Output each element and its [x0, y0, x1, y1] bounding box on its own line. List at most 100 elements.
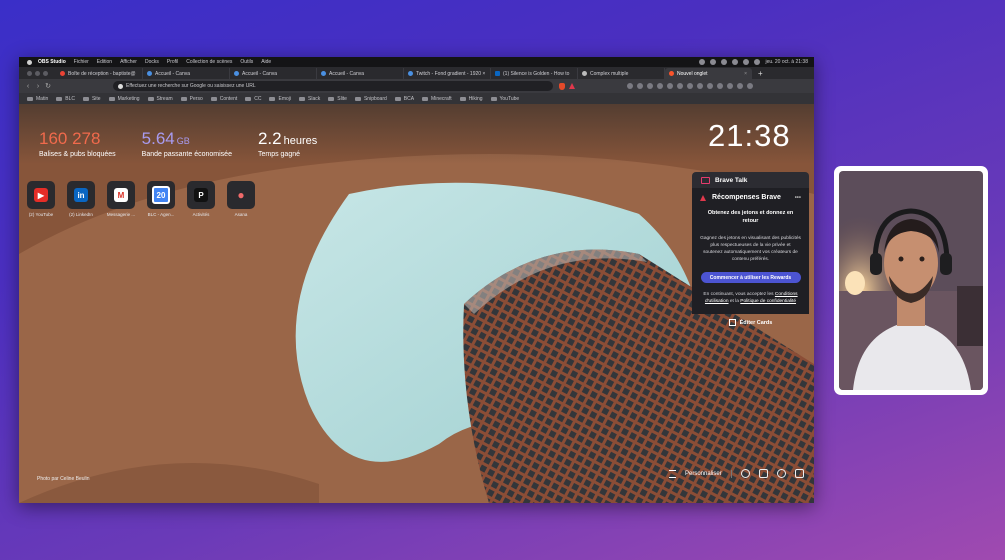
bookmark-folder[interactable]: Emoji [269, 96, 291, 102]
reload-icon[interactable]: ↻ [43, 82, 53, 90]
tab-complex[interactable]: Complex multiple [578, 68, 665, 79]
more-options-icon[interactable]: ••• [795, 195, 801, 201]
bookmark-folder[interactable]: BLC [56, 96, 75, 102]
tab-canva[interactable]: Accueil - Canva [230, 68, 317, 79]
wifi-icon[interactable] [732, 59, 739, 65]
battery-icon[interactable] [743, 59, 750, 65]
menu-datetime[interactable]: jeu. 20 oct. à 21:38 [765, 59, 808, 65]
edit-cards-button[interactable]: Éditer Cards [692, 319, 809, 326]
extension-icon[interactable] [657, 83, 663, 89]
linkedin-icon: in [74, 188, 88, 202]
webcam-feed [839, 171, 983, 390]
tile-box[interactable]: M [107, 181, 135, 209]
folder-icon [27, 96, 33, 101]
address-bar[interactable]: Effectuez une recherche sur Google ou sa… [113, 81, 553, 91]
tab-gmail[interactable]: Boîte de réception - baptiste@ [56, 68, 143, 79]
forward-icon[interactable]: › [33, 83, 43, 90]
tile-youtube[interactable]: ▶ (2) YouTube [25, 181, 57, 217]
stat-ads-blocked: 160 278 Balises & pubs bloquées [39, 130, 116, 159]
extension-icon[interactable] [647, 83, 653, 89]
bookmark-folder[interactable]: Site [82, 96, 101, 102]
privacy-policy-link[interactable]: Politique de confidentialité [740, 299, 796, 304]
bookmark-folder[interactable]: Matin [27, 96, 48, 102]
apple-icon[interactable] [27, 59, 32, 65]
extension-icon[interactable] [627, 83, 633, 89]
extension-icon[interactable] [707, 83, 713, 89]
menu-item-scenes[interactable]: Collection de scènes [186, 59, 232, 65]
settings-icon[interactable] [740, 469, 750, 478]
maximize-window-icon[interactable] [43, 71, 48, 76]
extension-icon[interactable] [637, 83, 643, 89]
tab-canva[interactable]: Accueil - Canva [317, 68, 404, 79]
bookmark-label: Minecraft [431, 95, 452, 102]
minimize-window-icon[interactable] [35, 71, 40, 76]
sliders-icon[interactable] [669, 469, 676, 478]
menu-item-edition[interactable]: Edition [97, 59, 112, 65]
status-icon[interactable] [699, 59, 706, 65]
brave-talk-icon[interactable] [794, 469, 804, 478]
bookmarks-icon[interactable] [758, 469, 768, 478]
bookmark-folder[interactable]: Hiking [459, 96, 483, 102]
folder-icon [354, 96, 361, 101]
extension-icon[interactable] [697, 83, 703, 89]
menu-item-afficher[interactable]: Afficher [120, 59, 137, 65]
tile-box[interactable]: ● [227, 181, 255, 209]
tile-label: (2) YouTube [28, 212, 54, 217]
tab-canva[interactable]: Accueil - Canva [143, 68, 230, 79]
bookmark-folder[interactable]: Marketing [108, 96, 140, 102]
tile-box[interactable]: ▶ [27, 181, 55, 209]
bookmark-folder[interactable]: Slite [328, 96, 347, 102]
bookmark-folder[interactable]: Minecraft [422, 96, 452, 102]
tile-calendar[interactable]: 20 BLC - Agen... [145, 181, 177, 217]
bookmark-folder[interactable]: Stream [147, 96, 173, 102]
extension-icon[interactable] [717, 83, 723, 89]
menu-app-name[interactable]: OBS Studio [38, 59, 66, 65]
close-window-icon[interactable] [27, 71, 32, 76]
menu-item-fichier[interactable]: Fichier [74, 59, 89, 65]
status-icon[interactable] [721, 59, 728, 65]
close-tab-icon[interactable]: × [742, 71, 747, 77]
tile-linkedin[interactable]: in (2) LinkedIn [65, 181, 97, 217]
tile-box[interactable]: P [187, 181, 215, 209]
bookmark-folder[interactable]: BCA [394, 96, 414, 102]
search-icon[interactable] [754, 59, 761, 65]
customize-button[interactable]: Personnaliser [685, 471, 722, 477]
tile-gmail[interactable]: M Messagerie ... [105, 181, 137, 217]
extension-icon[interactable] [677, 83, 683, 89]
tile-box[interactable]: in [67, 181, 95, 209]
new-tab-button[interactable]: + [752, 69, 769, 79]
top-sites: ▶ (2) YouTube in (2) LinkedIn M Messager… [25, 181, 257, 217]
brave-shields-icon[interactable] [559, 82, 565, 90]
bookmark-folder[interactable]: Perso [180, 96, 203, 102]
menu-item-aide[interactable]: Aide [261, 59, 271, 65]
tile-label: BLC - Agen... [147, 212, 175, 217]
tab-twitch[interactable]: Twitch - Fond gradient - 1920 × [404, 68, 491, 79]
tab-new-tab[interactable]: Nouvel onglet × [665, 68, 752, 79]
stat-label: Bande passante économisée [141, 151, 232, 158]
menu-item-docks[interactable]: Docks [145, 59, 159, 65]
tile-activites[interactable]: P Activités [185, 181, 217, 217]
tile-asana[interactable]: ● Asana [225, 181, 257, 217]
menu-item-outils[interactable]: Outils [240, 59, 253, 65]
bookmark-folder[interactable]: Snipboard [354, 96, 387, 102]
tab-linkedin[interactable]: (1) Silence is Golden - How to [491, 68, 578, 79]
extension-icon[interactable] [727, 83, 733, 89]
status-icon[interactable] [710, 59, 717, 65]
brave-rewards-icon[interactable] [569, 83, 575, 89]
history-icon[interactable] [776, 469, 786, 478]
menu-icon[interactable] [747, 83, 753, 89]
bookmark-folder[interactable]: Content [210, 96, 237, 102]
extension-icon[interactable] [667, 83, 673, 89]
rewards-header: Récompenses Brave ••• [700, 194, 801, 201]
menu-item-profil[interactable]: Profil [167, 59, 178, 65]
bookmark-folder[interactable]: YouTube [490, 96, 519, 102]
bookmark-folder[interactable]: CC [245, 96, 261, 102]
folder-icon [490, 96, 497, 101]
tile-box[interactable]: 20 [147, 181, 175, 209]
brave-talk-card[interactable]: Brave Talk [692, 172, 809, 188]
extension-icon[interactable] [687, 83, 693, 89]
back-icon[interactable]: ‹ [23, 83, 33, 90]
bookmark-folder[interactable]: Slack [299, 96, 320, 102]
extension-icon[interactable] [737, 83, 743, 89]
start-rewards-button[interactable]: Commencer à utiliser les Rewards [700, 272, 801, 283]
